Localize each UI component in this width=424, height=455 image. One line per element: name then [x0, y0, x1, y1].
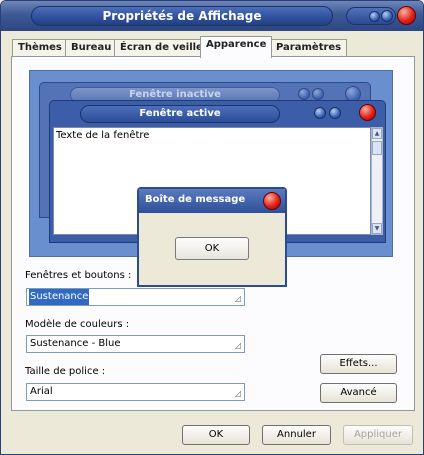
- maximize-icon[interactable]: [381, 10, 393, 22]
- font-size-label: Taille de police :: [25, 366, 106, 377]
- dropdown-arrow-icon: ◿: [234, 294, 241, 303]
- color-scheme-label: Modèle de couleurs :: [25, 319, 130, 330]
- dropdown-arrow-icon: ◿: [234, 389, 241, 398]
- message-box-ok-button: OK: [175, 237, 249, 260]
- tab-screensaver[interactable]: Écran de veille: [114, 39, 209, 56]
- title-bar[interactable]: Propriétés de Affichage: [1, 1, 423, 31]
- effects-button[interactable]: Effets...: [320, 354, 397, 374]
- inactive-minimize-icon: [298, 88, 310, 100]
- ok-button[interactable]: OK: [182, 425, 250, 445]
- close-icon[interactable]: [397, 6, 416, 25]
- window-title: Propriétés de Affichage: [31, 6, 333, 26]
- scroll-down-icon: ▼: [372, 223, 382, 234]
- appearance-preview: Fenêtre inactive Fenêtre active Texte de…: [29, 70, 393, 287]
- message-box-close-icon: [263, 192, 281, 210]
- tab-themes[interactable]: Thèmes: [12, 39, 68, 56]
- message-box-preview: Boîte de message OK: [137, 187, 287, 287]
- message-box-title: Boîte de message: [145, 194, 246, 205]
- inactive-maximize-icon: [312, 88, 324, 100]
- active-window-title: Fenêtre active: [80, 105, 280, 123]
- title-bar-ornament: [346, 7, 396, 25]
- display-properties-window: Propriétés de Affichage Thèmes Bureau Éc…: [0, 0, 424, 455]
- tab-appearance[interactable]: Apparence: [200, 36, 273, 58]
- window-text-sample: Texte de la fenêtre: [56, 130, 150, 141]
- apply-button[interactable]: Appliquer: [343, 425, 413, 445]
- dropdown-arrow-icon: ◿: [234, 341, 241, 350]
- color-scheme-value: Sustenance - Blue: [30, 338, 121, 349]
- preview-scrollbar: ▲ ▼: [371, 127, 383, 235]
- color-scheme-select[interactable]: Sustenance - Blue ◿: [26, 335, 245, 353]
- font-size-select[interactable]: Arial ◿: [26, 383, 245, 401]
- active-minimize-icon: [314, 107, 326, 119]
- scroll-up-icon: ▲: [372, 128, 382, 139]
- windows-buttons-select[interactable]: Sustenance ◿: [26, 288, 245, 306]
- active-maximize-icon: [329, 107, 341, 119]
- appearance-panel: Fenêtre inactive Fenêtre active Texte de…: [11, 56, 415, 411]
- cancel-button[interactable]: Annuler: [262, 425, 331, 445]
- windows-buttons-label: Fenêtres et boutons :: [25, 270, 132, 281]
- active-close-icon: [359, 104, 376, 121]
- font-size-value: Arial: [30, 386, 53, 397]
- scroll-thumb: [372, 141, 382, 155]
- minimize-icon[interactable]: [369, 11, 380, 22]
- tab-bureau[interactable]: Bureau: [65, 39, 118, 56]
- advanced-button[interactable]: Avancé: [320, 383, 397, 403]
- message-box-titlebar: Boîte de message: [139, 189, 285, 213]
- windows-buttons-value: Sustenance: [29, 289, 90, 305]
- tab-settings[interactable]: Paramètres: [270, 39, 348, 56]
